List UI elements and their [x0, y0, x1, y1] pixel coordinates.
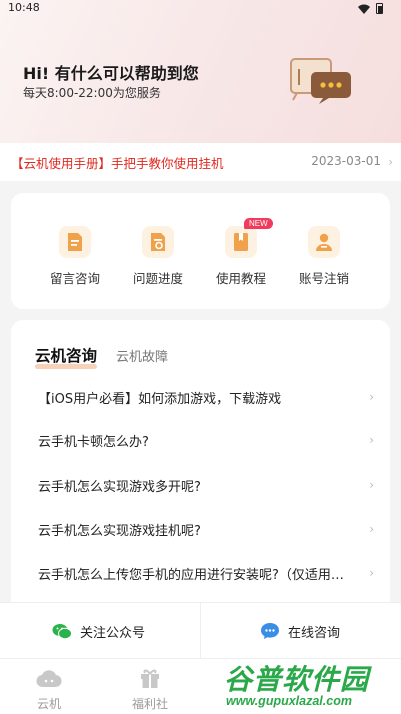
quick-action-label: 留言咨询 — [49, 271, 100, 286]
greeting-title: Hi! 有什么可以帮助到您 — [23, 64, 199, 83]
online-consult-button[interactable]: 在线咨询 — [260, 603, 340, 659]
chevron-right-icon: › — [369, 390, 374, 404]
battery-icon — [376, 3, 383, 14]
tab-cloud[interactable]: 云机 — [19, 667, 79, 712]
progress-doc-icon — [142, 226, 174, 258]
divider — [200, 603, 201, 659]
tab-cloud-fault[interactable]: 云机故障 — [116, 346, 168, 365]
faq-item[interactable]: 云手机怎么上传您手机的应用进行安装呢?（仅适用于安卓手机） — [38, 564, 354, 583]
follow-label: 关注公众号 — [80, 625, 146, 641]
message-doc-icon — [59, 226, 91, 258]
contact-action-bar: 关注公众号 在线咨询 — [0, 602, 401, 659]
status-time: 10:48 — [8, 1, 40, 14]
watermark-brand: 谷普软件园 — [224, 664, 370, 695]
status-bar: 10:48 — [0, 0, 401, 18]
chevron-right-icon: › — [388, 155, 393, 169]
chevron-right-icon: › — [369, 522, 374, 536]
watermark: 谷普软件园 www.gupuxlazal.com — [224, 658, 394, 714]
wifi-icon — [358, 4, 370, 14]
notice-bar[interactable]: 【云机使用手册】手把手教你使用挂机 2023-03-01 › — [0, 143, 401, 181]
quick-actions-card: 留言咨询 问题进度 NEW 使用教程 账号注销 — [11, 193, 390, 309]
wechat-icon — [52, 623, 72, 639]
quick-action-tutorial[interactable]: NEW 使用教程 — [201, 218, 281, 287]
faq-item[interactable]: 云手机怎么实现游戏多开呢? — [38, 476, 368, 495]
notice-text[interactable]: 【云机使用手册】手把手教你使用挂机 — [11, 153, 224, 172]
tab-cloud-consult[interactable]: 云机咨询 — [35, 344, 97, 366]
notice-date: 2023-03-01 — [311, 154, 381, 168]
consult-card: 云机咨询 云机故障 【iOS用户必看】如何添加游戏，下载游戏 › 云手机卡顿怎么… — [11, 320, 390, 620]
gift-icon — [141, 669, 159, 688]
quick-action-label: 问题进度 — [132, 271, 183, 286]
quick-action-label: 账号注销 — [298, 271, 349, 286]
tab-welfare[interactable]: 福利社 — [120, 667, 180, 712]
online-consult-label: 在线咨询 — [288, 625, 341, 641]
new-badge: NEW — [244, 218, 273, 229]
chat-bubble-icon — [261, 623, 279, 639]
chevron-right-icon: › — [369, 478, 374, 492]
quick-action-message[interactable]: 留言咨询 — [35, 226, 115, 287]
user-icon — [308, 226, 340, 258]
follow-official-account-button[interactable]: 关注公众号 — [52, 603, 145, 659]
watermark-url: www.gupuxlazal.com — [226, 694, 352, 708]
chat-bubbles-icon — [290, 58, 351, 104]
tab-label: 云机 — [36, 697, 61, 711]
service-hours: 每天8:00-22:00为您服务 — [23, 86, 161, 100]
quick-action-label: 使用教程 — [215, 271, 266, 286]
faq-item[interactable]: 【iOS用户必看】如何添加游戏，下载游戏 — [38, 388, 368, 407]
tutorial-book-icon: NEW — [225, 218, 273, 258]
quick-action-progress[interactable]: 问题进度 — [118, 226, 198, 287]
chevron-right-icon: › — [369, 433, 374, 447]
chevron-right-icon: › — [369, 566, 374, 580]
faq-item[interactable]: 云手机怎么实现游戏挂机呢? — [38, 520, 368, 539]
cloud-icon — [36, 670, 62, 688]
faq-item[interactable]: 云手机卡顿怎么办? — [38, 431, 368, 450]
tab-label: 福利社 — [131, 697, 168, 711]
quick-action-account-cancel[interactable]: 账号注销 — [284, 226, 364, 287]
